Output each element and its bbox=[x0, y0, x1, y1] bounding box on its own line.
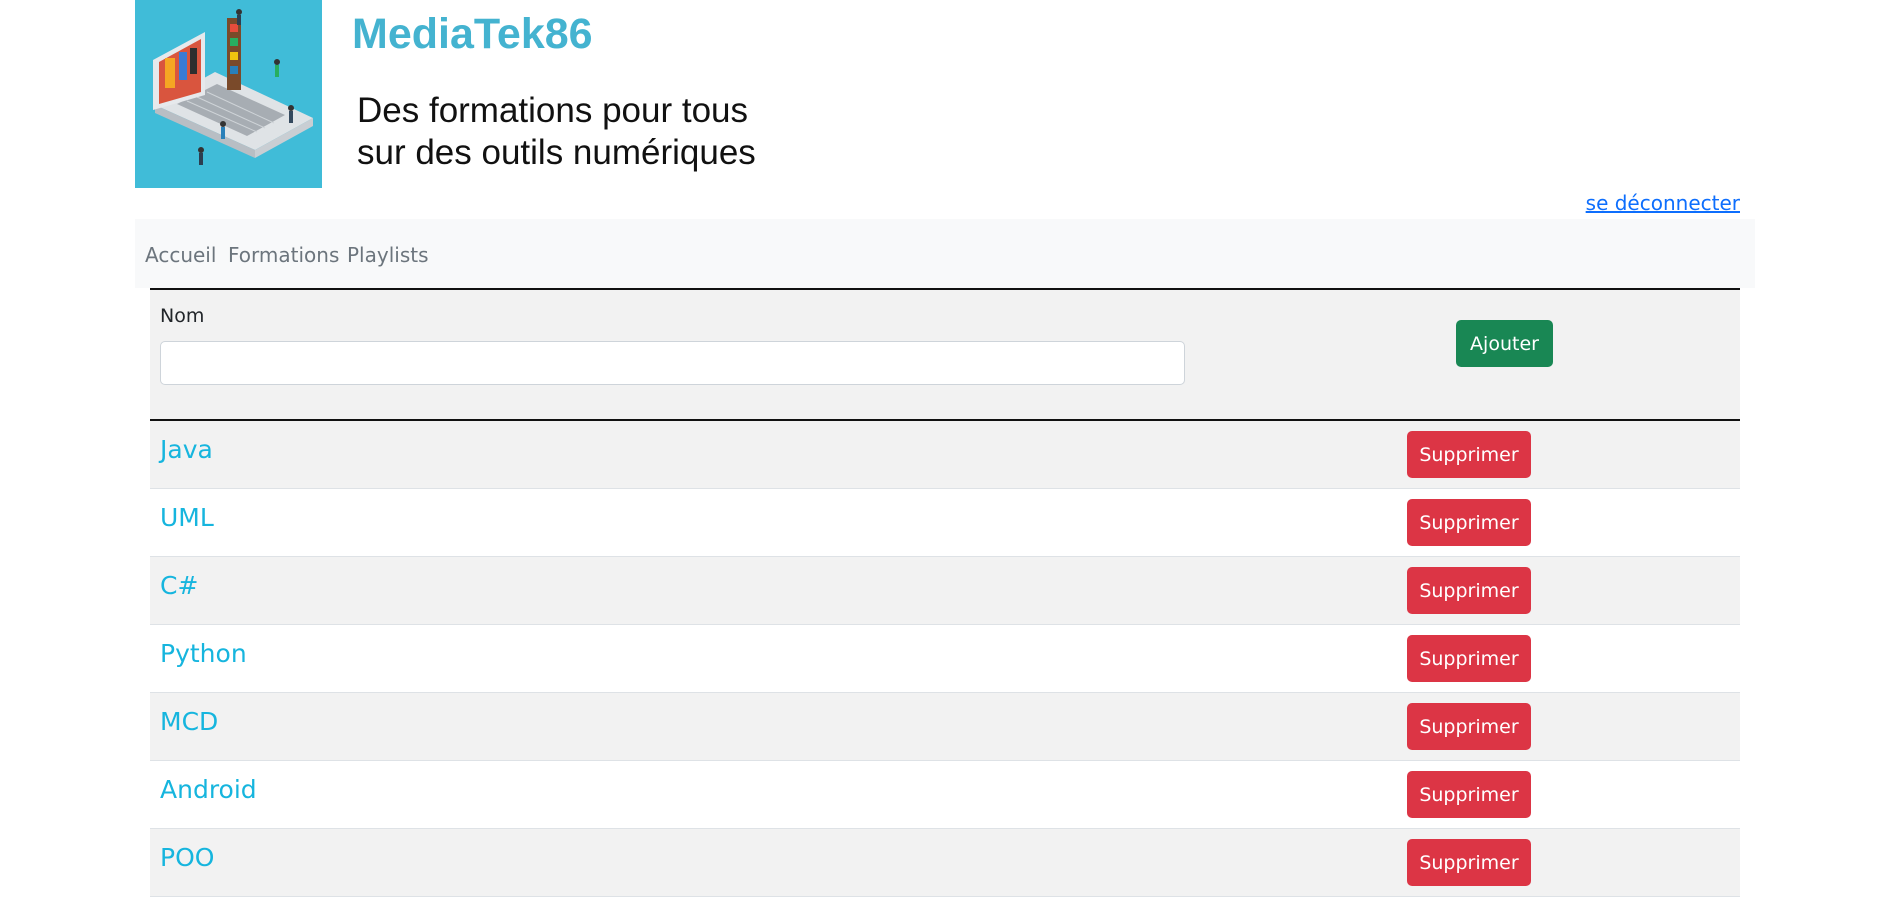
logo-illustration bbox=[135, 0, 322, 188]
add-category-form: Nom Ajouter bbox=[150, 288, 1740, 421]
nav-item-playlists[interactable]: Playlists bbox=[347, 243, 429, 267]
site-banner: MediaTek86 Des formations pour tous sur … bbox=[135, 0, 775, 188]
category-name[interactable]: Android bbox=[160, 775, 257, 804]
delete-button[interactable]: Supprimer bbox=[1407, 635, 1531, 682]
page-container: MediaTek86 Des formations pour tous sur … bbox=[135, 0, 1755, 897]
categories-table: Nom Ajouter Java Supprimer UML Supprimer… bbox=[150, 288, 1740, 897]
category-name[interactable]: MCD bbox=[160, 707, 218, 736]
delete-button[interactable]: Supprimer bbox=[1407, 703, 1531, 750]
add-button[interactable]: Ajouter bbox=[1456, 320, 1553, 367]
category-name[interactable]: UML bbox=[160, 503, 214, 532]
nom-input[interactable] bbox=[160, 341, 1185, 385]
main-navbar: Accueil Formations Playlists bbox=[135, 219, 1755, 288]
delete-button[interactable]: Supprimer bbox=[1407, 839, 1531, 886]
table-row: Android Supprimer bbox=[150, 761, 1740, 829]
table-row: POO Supprimer bbox=[150, 829, 1740, 897]
category-name[interactable]: Java bbox=[160, 435, 213, 464]
delete-button[interactable]: Supprimer bbox=[1407, 499, 1531, 546]
category-name[interactable]: Python bbox=[160, 639, 247, 668]
nom-label: Nom bbox=[160, 305, 205, 327]
tagline-line-2: sur des outils numériques bbox=[357, 133, 756, 172]
delete-button[interactable]: Supprimer bbox=[1407, 771, 1531, 818]
category-name[interactable]: C# bbox=[160, 571, 198, 600]
category-name[interactable]: POO bbox=[160, 843, 214, 872]
logout-link[interactable]: se déconnecter bbox=[1586, 191, 1740, 215]
table-row: Python Supprimer bbox=[150, 625, 1740, 693]
table-row: Java Supprimer bbox=[150, 421, 1740, 489]
tagline-line-1: Des formations pour tous bbox=[357, 91, 749, 130]
nav-item-formations[interactable]: Formations bbox=[228, 243, 339, 267]
table-row: C# Supprimer bbox=[150, 557, 1740, 625]
site-tagline: Des formations pour tous sur des outils … bbox=[357, 90, 756, 174]
table-row: MCD Supprimer bbox=[150, 693, 1740, 761]
delete-button[interactable]: Supprimer bbox=[1407, 567, 1531, 614]
delete-button[interactable]: Supprimer bbox=[1407, 431, 1531, 478]
table-row: UML Supprimer bbox=[150, 489, 1740, 557]
site-title: MediaTek86 bbox=[352, 10, 593, 58]
nav-item-accueil[interactable]: Accueil bbox=[145, 243, 216, 267]
